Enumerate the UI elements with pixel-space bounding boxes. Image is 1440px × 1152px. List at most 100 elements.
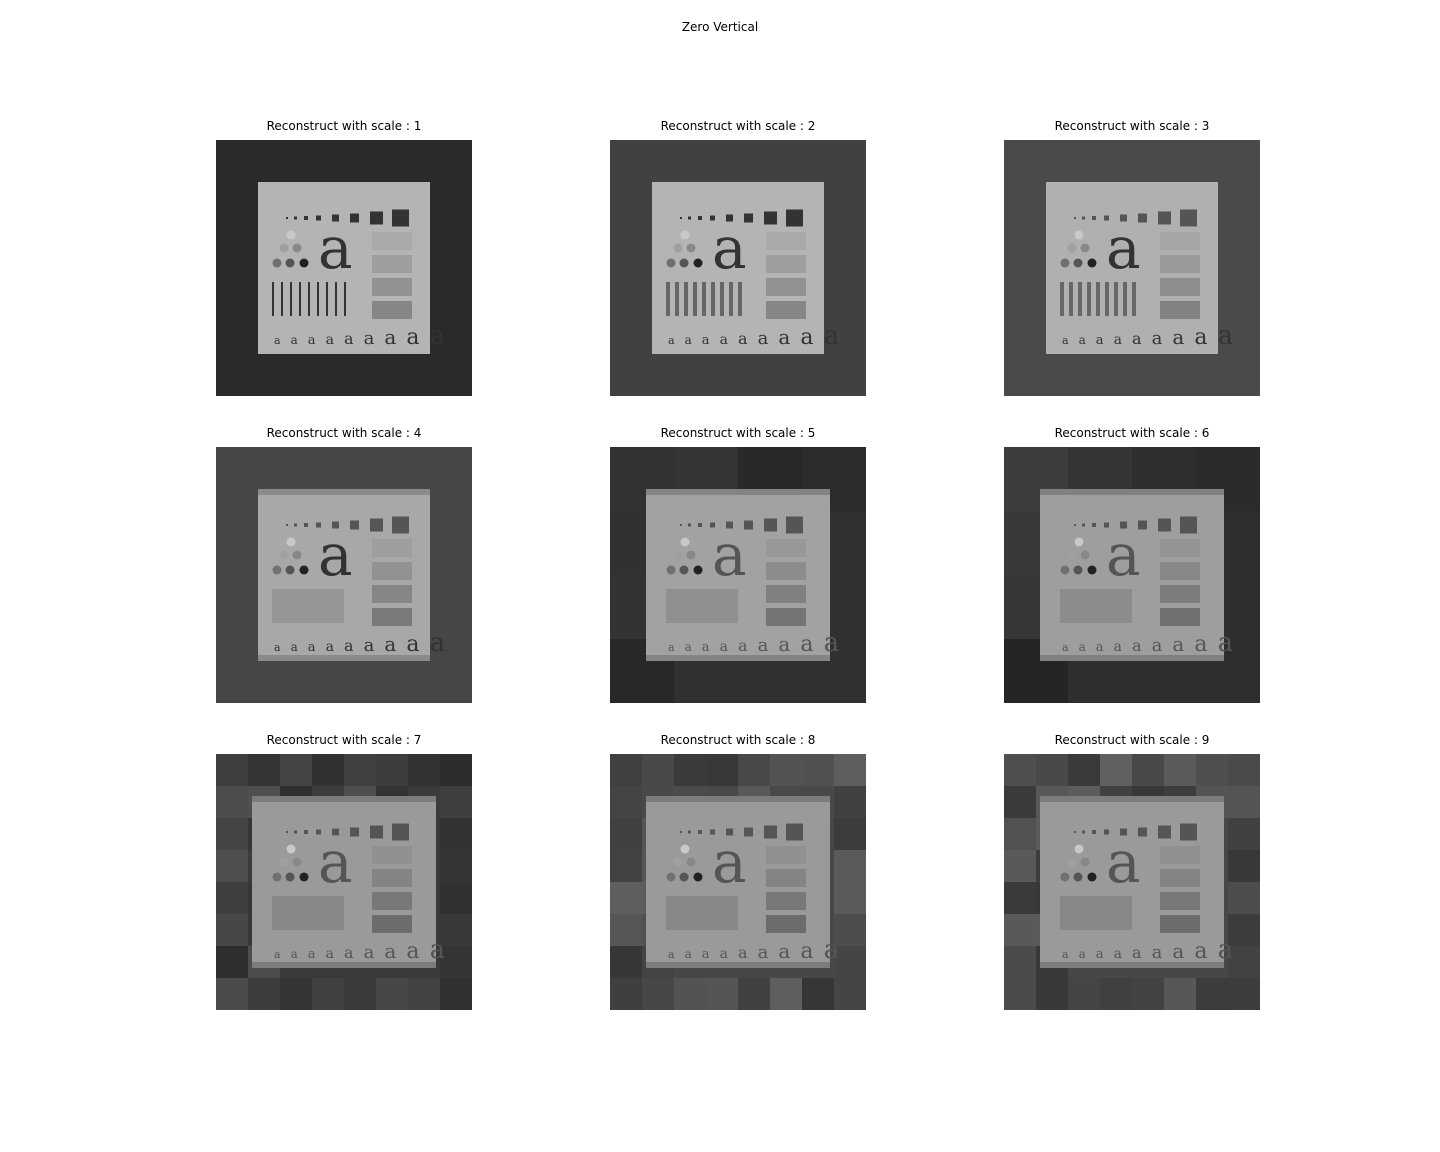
square-element: [286, 524, 288, 526]
artifact-block: [280, 754, 312, 786]
letter-row-glyph: a: [308, 640, 316, 655]
letter-row-glyph: a: [1096, 333, 1104, 348]
bar-element: [1087, 282, 1091, 316]
artifact-block: [610, 786, 642, 818]
letter-row-glyph: a: [344, 943, 354, 962]
bar-element: [1114, 282, 1118, 316]
artifact-block: [408, 978, 440, 1010]
dot-element: [292, 857, 302, 867]
square-element: [688, 216, 691, 220]
artifact-block: [706, 754, 738, 786]
letter-row-glyph: a: [1194, 632, 1207, 657]
noise-block: [1160, 278, 1200, 296]
letter-glyph: a: [318, 828, 353, 896]
artifact-block: [1036, 978, 1068, 1010]
artifact-block: [1100, 754, 1132, 786]
dot-element: [292, 243, 302, 253]
letter-row-glyph: a: [1194, 325, 1207, 350]
bar-element: [272, 282, 274, 316]
artifact-block: [216, 978, 248, 1010]
artifact-block: [216, 786, 248, 818]
artifact-block: [248, 978, 280, 1010]
edge-artifact: [258, 655, 430, 661]
artifact-block: [216, 882, 248, 914]
panel-scale-5: Reconstruct with scale : 5 aaaaaaaaaa: [610, 425, 866, 703]
letter-row-glyph: a: [291, 947, 298, 961]
noise-block: [1160, 846, 1200, 864]
artifact-block: [440, 818, 472, 850]
dot-element: [666, 258, 676, 268]
letter-row-glyph: a: [1218, 935, 1234, 965]
letter-row-glyph: a: [274, 641, 281, 654]
letter-row-glyph: a: [668, 641, 675, 654]
square-element: [764, 518, 777, 532]
artifact-block: [610, 818, 642, 850]
square-element: [286, 831, 288, 833]
bar-element: [308, 282, 310, 316]
letter-row-glyph: a: [1062, 334, 1069, 347]
edge-artifact: [646, 489, 830, 495]
dot-element: [1080, 550, 1090, 560]
square-element: [688, 523, 691, 527]
letter-glyph: a: [712, 828, 747, 896]
square-element: [304, 216, 308, 220]
letter-row-glyph: a: [824, 935, 840, 965]
noise-block: [1160, 608, 1200, 626]
artifact-block: [802, 754, 834, 786]
panel-title: Reconstruct with scale : 7: [266, 733, 422, 747]
square-element: [786, 209, 803, 227]
edge-artifact: [1040, 796, 1224, 802]
bar-region: [1060, 896, 1132, 930]
letter-row-glyph: a: [702, 640, 710, 655]
square-element: [786, 823, 803, 841]
letter-row-glyph: a: [1218, 628, 1234, 658]
figure-title: Zero Vertical: [681, 20, 759, 34]
artifact-block: [610, 754, 642, 786]
dot-element: [686, 243, 696, 253]
square-element: [1092, 830, 1096, 834]
panel-scale-1: Reconstruct with scale : 1 aaaaaaaaaa: [216, 118, 472, 396]
dot-element: [272, 258, 282, 268]
reconstruction-image: aa a a a a a a a a: [1004, 447, 1260, 703]
noise-block: [1160, 869, 1200, 887]
artifact-block: [1068, 754, 1100, 786]
letter-row-glyph: a: [1079, 333, 1086, 347]
dot-element: [1060, 872, 1070, 882]
artifact-block: [440, 978, 472, 1010]
panel-scale-6: Reconstruct with scale : 6 aaaaaaaaaa: [1004, 425, 1260, 703]
letter-glyph: a: [318, 521, 353, 589]
artifact-block: [738, 754, 770, 786]
panel-scale-4: Reconstruct with scale : 4 aaaaaaaaaa: [216, 425, 472, 703]
artifact-block: [610, 882, 642, 914]
square-element: [294, 216, 297, 220]
artifact-block: [1228, 882, 1260, 914]
square-element: [1180, 209, 1197, 227]
letter-row-glyph: a: [702, 947, 710, 962]
noise-block: [766, 585, 806, 603]
dot-element: [693, 258, 703, 268]
square-element: [370, 518, 383, 532]
reconstruction-image: aa a a a a a a a a: [216, 754, 472, 1010]
dot-element: [1073, 872, 1083, 882]
letter-row-glyph: a: [1194, 939, 1207, 964]
square-element: [680, 524, 682, 526]
artifact-block: [1196, 978, 1228, 1010]
bar-region: [666, 896, 738, 930]
artifact-block: [642, 754, 674, 786]
letter-row-glyph: a: [384, 325, 396, 349]
letter-glyph: a: [712, 521, 747, 589]
artifact-block: [1004, 914, 1036, 946]
artifact-block: [834, 850, 866, 882]
panel-scale-8: Reconstruct with scale : 8 aaaaaaaaaa: [610, 732, 866, 1010]
noise-block: [1160, 585, 1200, 603]
noise-block: [1160, 255, 1200, 273]
dot-element: [686, 550, 696, 560]
panel-title: Reconstruct with scale : 5: [660, 426, 816, 440]
reconstruction-image: aa a a a a a a a a: [216, 447, 472, 703]
artifact-block: [312, 754, 344, 786]
square-element: [680, 831, 682, 833]
bar-element: [675, 282, 679, 316]
reconstruction-image: aa a a a a a a a a: [610, 140, 866, 396]
letter-row-glyph: a: [364, 328, 375, 349]
bar-element: [1069, 282, 1073, 316]
